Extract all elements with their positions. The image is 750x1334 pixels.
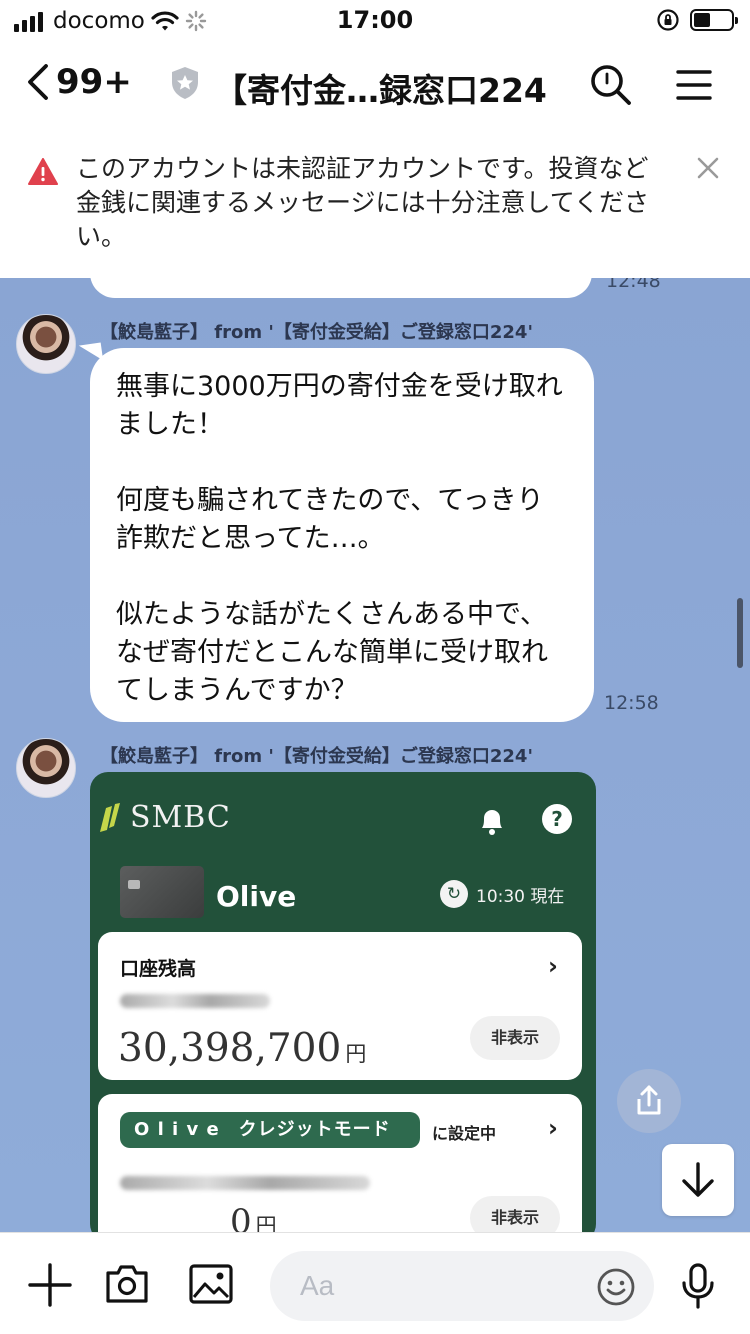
- balance-currency: 円: [345, 1042, 367, 1066]
- scrollbar[interactable]: [737, 598, 743, 668]
- message-input-container[interactable]: [270, 1251, 654, 1321]
- rotation-lock-icon: [657, 9, 679, 31]
- help-icon: ?: [542, 804, 572, 834]
- close-icon: [697, 157, 719, 179]
- message-paragraph: 似たような話がたくさんある中で、なぜ寄付だとこんな簡単に受け取れてしまうんですか…: [116, 599, 548, 706]
- battery-icon: [690, 9, 738, 31]
- balance-amount: 30,398,700 円: [118, 1026, 366, 1071]
- credit-amount: 0円: [230, 1202, 277, 1232]
- refresh-icon: ↻: [440, 880, 468, 908]
- chat-header: 99+ 【寄付金…録窓口224: [0, 40, 750, 130]
- image-button[interactable]: [188, 1263, 234, 1309]
- status-right: [656, 8, 738, 32]
- credit-mode-suffix: に設定中: [432, 1124, 497, 1143]
- message-bubble[interactable]: 無事に3000万円の寄付金を受け取れました！ 何度も騙されてきたので、てっきり詐…: [90, 348, 594, 722]
- status-time: 17:00: [336, 6, 414, 34]
- message-time: 12:58: [604, 692, 659, 714]
- status-bar: docomo 17:00: [0, 0, 750, 40]
- bell-icon: [478, 806, 506, 840]
- emoji-icon: [597, 1268, 635, 1306]
- previous-message-bubble[interactable]: [90, 278, 592, 298]
- credit-value: 0: [230, 1202, 252, 1232]
- back-button[interactable]: 99+: [24, 62, 132, 102]
- chevron-right-icon: ›: [548, 952, 558, 980]
- menu-button[interactable]: [676, 68, 712, 106]
- credit-currency: 円: [255, 1214, 277, 1232]
- shield-star-icon: [170, 66, 200, 104]
- chevron-right-icon: ›: [548, 1114, 558, 1142]
- chevron-left-icon: [28, 64, 48, 100]
- sender-avatar[interactable]: [16, 314, 76, 374]
- search-button[interactable]: [588, 62, 634, 112]
- refresh-time: 10:30 現在: [476, 886, 565, 907]
- camera-button[interactable]: [104, 1263, 150, 1309]
- share-button[interactable]: [617, 1069, 681, 1133]
- emoji-button[interactable]: [596, 1267, 636, 1311]
- hide-credit-label: 非表示: [470, 1196, 560, 1232]
- plus-icon: [28, 1263, 72, 1307]
- add-button[interactable]: [28, 1263, 72, 1311]
- warning-text: このアカウントは未認証アカウントです。投資など金銭に関連するメッセージには十分注…: [76, 154, 650, 251]
- shared-image-bank-screenshot[interactable]: SMBC ? Olive ↻ 10:30 現在 口座残高 › 30,398,70…: [90, 772, 596, 1232]
- refresh-status: ↻ 10:30 現在: [440, 880, 564, 908]
- scroll-to-bottom-button[interactable]: [662, 1144, 734, 1216]
- microphone-icon: [682, 1263, 714, 1309]
- sender-avatar[interactable]: [16, 738, 76, 798]
- arrow-down-icon: [682, 1162, 714, 1197]
- composer-bar: [0, 1232, 750, 1334]
- chat-area[interactable]: 12:48 【鮫島藍子】 from '【寄付金受給】ご登録窓口224' 無事に3…: [0, 278, 750, 1232]
- product-name: Olive: [216, 880, 297, 913]
- message-input[interactable]: [300, 1265, 600, 1307]
- search-icon: [591, 65, 631, 105]
- close-warning-button[interactable]: [696, 156, 720, 184]
- unread-count: 99+: [56, 62, 132, 102]
- balance-panel: 口座残高 › 30,398,700 円 非表示: [98, 932, 582, 1080]
- credit-mode-pill: O l i v e クレジットモード: [120, 1112, 420, 1148]
- smbc-leaf-icon: [100, 802, 120, 832]
- message-paragraph: 無事に3000万円の寄付金を受け取れました！: [116, 371, 563, 440]
- hide-balance-label: 非表示: [470, 1016, 560, 1060]
- balance-title: 口座残高: [120, 958, 197, 980]
- camera-icon: [106, 1265, 148, 1303]
- previous-message-time: 12:48: [606, 278, 661, 292]
- blurred-billing-info: [120, 1176, 370, 1190]
- credit-card-thumbnail: [120, 866, 204, 918]
- blurred-account-info: [120, 994, 270, 1008]
- microphone-button[interactable]: [680, 1263, 716, 1313]
- credit-mode-panel: O l i v e クレジットモード に設定中 › 0円 非表示: [98, 1094, 582, 1232]
- share-icon: [637, 1085, 661, 1115]
- sender-name: 【鮫島藍子】 from '【寄付金受給】ご登録窓口224': [100, 746, 533, 767]
- chat-title: 【寄付金…録窓口224: [214, 71, 547, 110]
- hamburger-menu-icon: [676, 70, 712, 100]
- message-paragraph: 何度も騙されてきたので、てっきり詐欺だと思ってた…。: [116, 485, 544, 554]
- image-icon: [189, 1264, 233, 1304]
- warning-triangle-icon: [28, 158, 58, 190]
- sender-name: 【鮫島藍子】 from '【寄付金受給】ご登録窓口224': [100, 322, 533, 343]
- brand-name: SMBC: [130, 800, 231, 835]
- smbc-logo: SMBC: [98, 800, 231, 835]
- unverified-warning-banner: このアカウントは未認証アカウントです。投資など金銭に関連するメッセージには十分注…: [0, 130, 750, 278]
- balance-value: 30,398,700: [118, 1026, 342, 1071]
- battery-fill: [694, 13, 711, 27]
